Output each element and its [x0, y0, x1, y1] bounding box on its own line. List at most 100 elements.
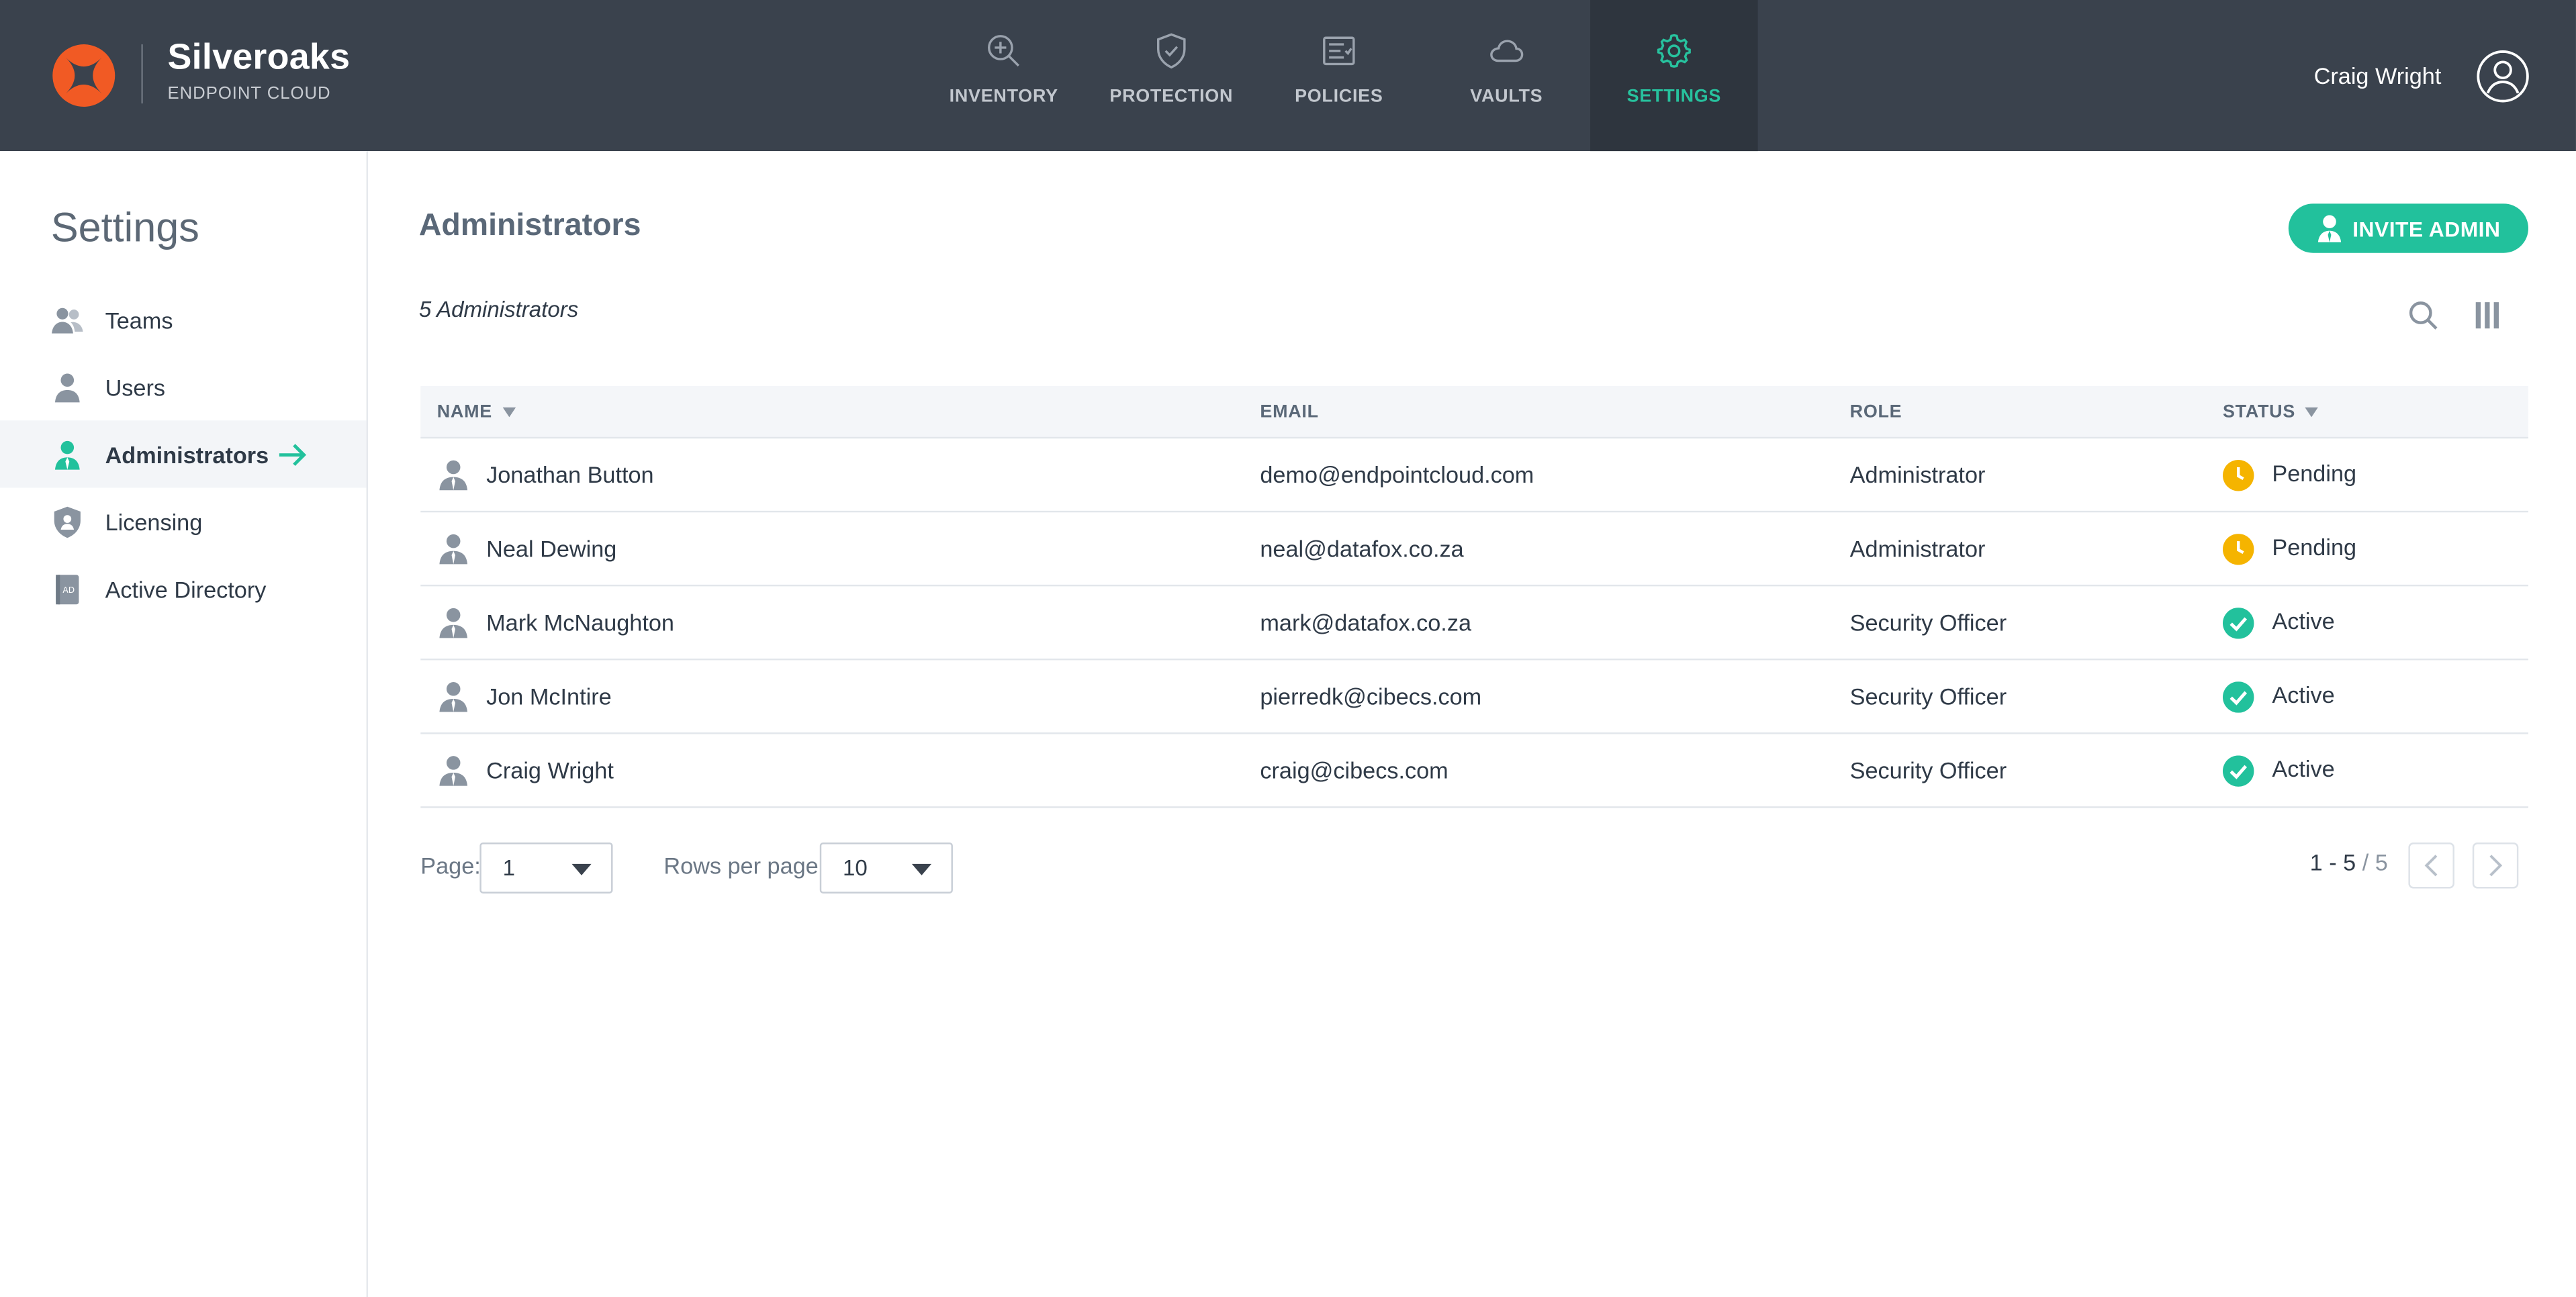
admin-person-icon [439, 608, 468, 638]
pending-clock-icon [2222, 459, 2254, 491]
active-check-icon [2222, 608, 2254, 639]
admin-name: Neal Dewing [486, 535, 617, 562]
nav-label: POLICIES [1295, 87, 1383, 107]
admin-name: Jonathan Button [486, 461, 654, 488]
nav-inventory[interactable]: INVENTORY [920, 0, 1088, 151]
table-row[interactable]: Neal Dewing neal@datafox.co.za Administr… [420, 512, 2529, 587]
user-avatar-icon[interactable] [2476, 49, 2530, 103]
admin-name: Mark McNaughton [486, 609, 674, 636]
nav-policies[interactable]: POLICIES [1255, 0, 1423, 151]
search-icon[interactable] [2407, 299, 2440, 332]
admin-role: Administrator [1849, 535, 1986, 562]
nav-label: INVENTORY [949, 87, 1058, 107]
admin-email: craig@cibecs.com [1260, 757, 1448, 783]
chevron-right-icon [2489, 855, 2503, 877]
admin-person-icon [439, 460, 468, 491]
sidebar-item-users[interactable]: Users [0, 353, 367, 420]
sidebar-item-administrators[interactable]: Administrators [0, 420, 367, 488]
sidebar-item-teams[interactable]: Teams [0, 286, 367, 353]
teams-icon [52, 307, 83, 334]
sidebar-item-label: Teams [105, 306, 173, 333]
status-badge: Pending [2272, 534, 2357, 561]
table-row[interactable]: Craig Wright craig@cibecs.com Security O… [420, 734, 2529, 808]
cloud-icon [1490, 40, 1524, 62]
admin-person-icon [439, 756, 468, 786]
invite-admin-label: INVITE ADMIN [2352, 215, 2501, 241]
nav-protection[interactable]: PROTECTION [1088, 0, 1256, 151]
inventory-search-icon [988, 35, 1019, 67]
sidebar-item-label: Licensing [105, 508, 203, 535]
top-bar: Silveroaks ENDPOINT CLOUD INVENTORY PROT… [0, 0, 2576, 152]
column-header-label: NAME [436, 402, 492, 422]
main-nav: INVENTORY PROTECTION POLICIES VAULTS SET… [920, 0, 1758, 152]
silveroaks-logo-icon[interactable] [49, 41, 118, 110]
admin-role: Security Officer [1849, 609, 2007, 636]
prev-page-button[interactable] [2408, 843, 2454, 889]
admin-icon [54, 440, 80, 470]
status-badge: Active [2272, 681, 2335, 708]
pending-clock-icon [2222, 534, 2254, 565]
admin-name: Jon McIntire [486, 683, 612, 710]
chevron-down-icon [911, 863, 932, 875]
brand-divider [141, 44, 143, 104]
administrators-table: NAME EMAIL ROLE STATUS Jonathan Button d… [420, 385, 2529, 808]
nav-label: VAULTS [1470, 87, 1543, 107]
invite-admin-button[interactable]: INVITE ADMIN [2288, 203, 2529, 253]
user-icon [54, 373, 80, 403]
sidebar-item-active-directory[interactable]: AD Active Directory [0, 555, 367, 622]
admin-email: mark@datafox.co.za [1260, 609, 1472, 636]
nav-vaults[interactable]: VAULTS [1423, 0, 1591, 151]
licensing-shield-icon [54, 506, 81, 538]
page-select[interactable]: 1 [479, 843, 613, 894]
admin-person-icon [439, 534, 468, 565]
column-header-email[interactable]: EMAIL [1260, 402, 1318, 422]
column-header-label: EMAIL [1260, 402, 1319, 422]
chevron-left-icon [2424, 855, 2438, 877]
status-badge: Pending [2272, 459, 2357, 487]
header-user-name[interactable]: Craig Wright [2314, 62, 2442, 89]
sidebar-item-label: Users [105, 373, 166, 400]
admin-email: pierredk@cibecs.com [1260, 683, 1482, 710]
table-row[interactable]: Jon McIntire pierredk@cibecs.com Securit… [420, 660, 2529, 734]
sidebar-item-licensing[interactable]: Licensing [0, 488, 367, 555]
sidebar-item-label: Administrators [105, 440, 269, 468]
settings-sidebar: Settings Teams Users Administrators Lice… [0, 151, 368, 1297]
brand-subtitle: ENDPOINT CLOUD [167, 83, 331, 104]
column-header-label: ROLE [1849, 402, 1902, 422]
admin-person-icon [439, 681, 468, 712]
page-select-value: 1 [502, 855, 515, 881]
sidebar-title: Settings [50, 205, 199, 252]
active-check-icon [2222, 681, 2254, 713]
nav-label: PROTECTION [1109, 87, 1234, 107]
table-row[interactable]: Mark McNaughton mark@datafox.co.za Secur… [420, 586, 2529, 661]
page-label: Page: [420, 852, 481, 879]
rows-per-page-value: 10 [843, 855, 868, 881]
admin-email: neal@datafox.co.za [1260, 535, 1464, 562]
columns-icon[interactable] [2473, 299, 2502, 332]
status-badge: Active [2272, 755, 2335, 782]
rows-per-page-select[interactable]: 10 [819, 843, 953, 894]
admin-role: Security Officer [1849, 683, 2007, 710]
sidebar-item-label: Active Directory [105, 575, 267, 602]
admin-icon [2317, 215, 2342, 242]
range-total: / 5 [2362, 849, 2388, 875]
policies-list-icon [1323, 36, 1355, 66]
rows-per-page-label: Rows per page: [663, 852, 825, 879]
active-check-icon [2222, 755, 2254, 787]
sort-caret-down-icon [502, 407, 516, 418]
gear-icon [1657, 34, 1691, 68]
nav-settings[interactable]: SETTINGS [1590, 0, 1758, 152]
chevron-down-icon [571, 863, 592, 875]
page-title: Administrators [418, 208, 641, 244]
arrow-right-icon [279, 444, 307, 467]
column-header-name[interactable]: NAME [436, 402, 516, 422]
column-header-role[interactable]: ROLE [1850, 402, 1902, 422]
nav-label: SETTINGS [1626, 87, 1722, 107]
table-row[interactable]: Jonathan Button demo@endpointcloud.com A… [420, 438, 2529, 513]
svg-text:AD: AD [62, 585, 75, 595]
column-header-status[interactable]: STATUS [2223, 402, 2319, 422]
admin-role: Security Officer [1849, 757, 2007, 783]
next-page-button[interactable] [2472, 843, 2519, 889]
status-badge: Active [2272, 608, 2335, 634]
shield-check-icon [1156, 33, 1186, 69]
